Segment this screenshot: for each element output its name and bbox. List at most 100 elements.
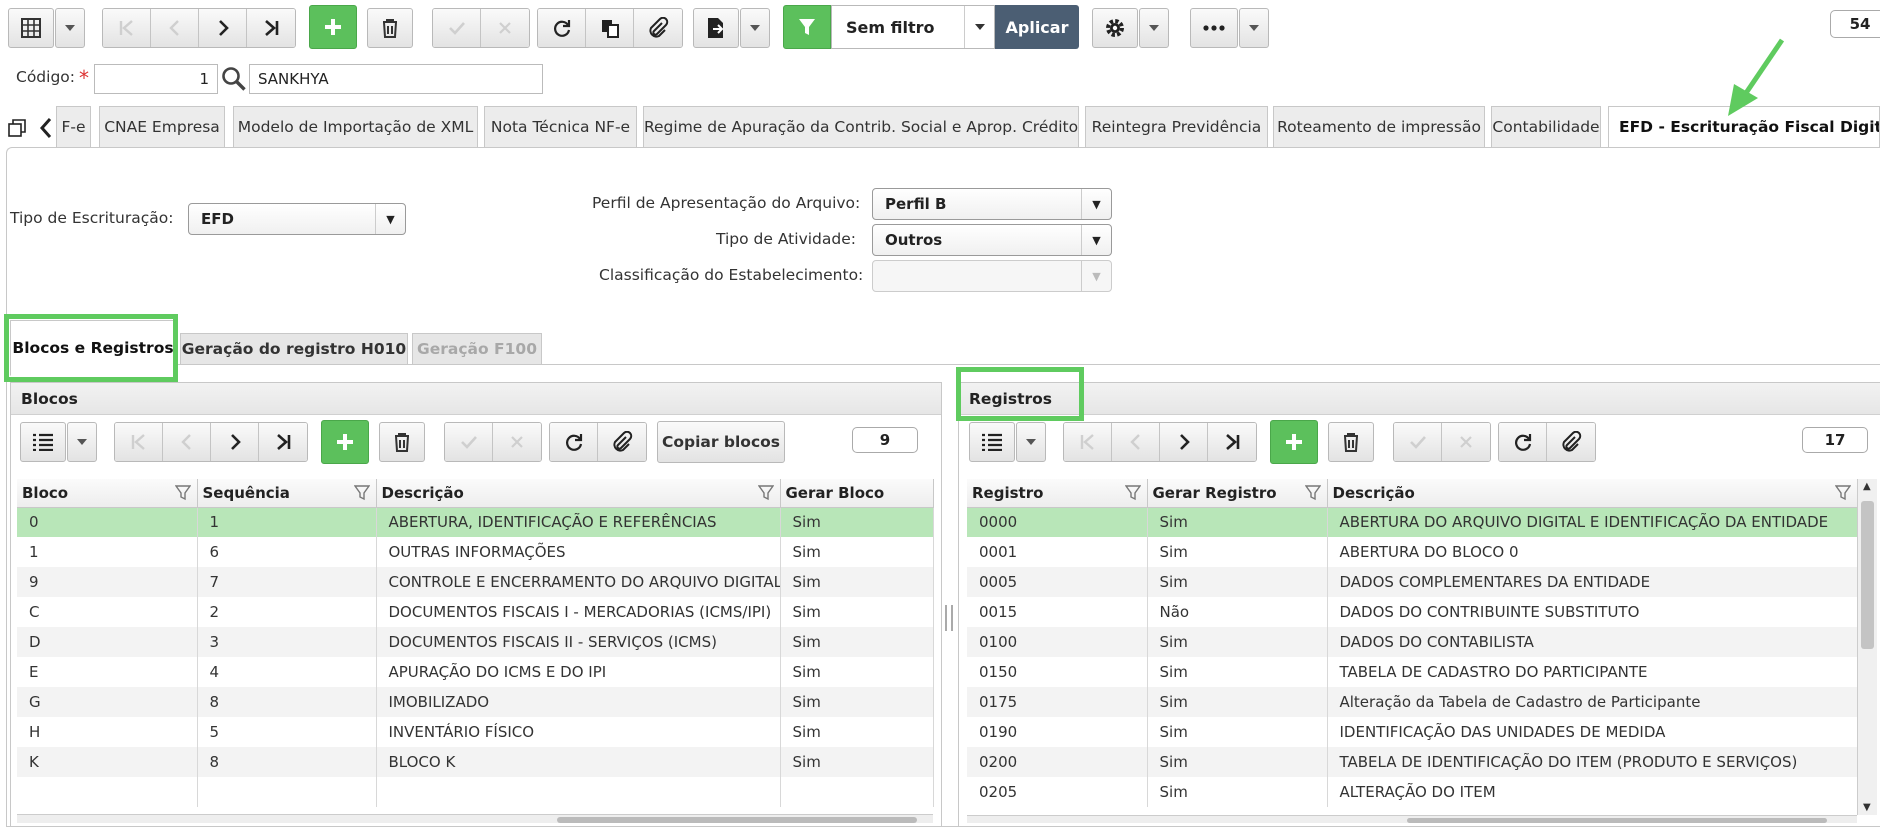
- grid-view-dropdown[interactable]: [55, 8, 85, 48]
- scroll-thumb[interactable]: [557, 817, 917, 823]
- grid-view-button[interactable]: [8, 8, 54, 48]
- tab-contabilidade[interactable]: Contabilidade: [1491, 106, 1601, 148]
- table-row[interactable]: H 5 INVENTÁRIO FÍSICO Sim: [17, 717, 934, 747]
- duplicate-button[interactable]: [586, 9, 634, 47]
- registros-refresh-button[interactable]: [1499, 423, 1547, 461]
- registros-delete-button[interactable]: [1328, 422, 1374, 462]
- table-row[interactable]: 0205 Sim ALTERAÇÃO DO ITEM: [967, 777, 1858, 807]
- filter-icon[interactable]: [174, 485, 191, 501]
- col-bloco[interactable]: Bloco: [17, 479, 198, 508]
- registros-list-view-button[interactable]: [969, 422, 1015, 462]
- table-row[interactable]: 0150 Sim TABELA DE CADASTRO DO PARTICIPANT…: [967, 657, 1858, 687]
- blocos-cancel-button[interactable]: [493, 423, 541, 461]
- filter-icon[interactable]: [1834, 485, 1851, 501]
- report-button[interactable]: [693, 8, 739, 48]
- settings-button[interactable]: [1092, 8, 1138, 48]
- add-button[interactable]: [309, 5, 357, 49]
- filter-icon[interactable]: [353, 485, 370, 501]
- col-descricao[interactable]: Descrição: [1327, 479, 1858, 508]
- filter-selector[interactable]: Sem filtro: [831, 5, 995, 49]
- tab-regime-apuracao[interactable]: Regime de Apuração da Contrib. Social e …: [643, 106, 1079, 148]
- panel-splitter[interactable]: [945, 605, 953, 631]
- blocos-list-view-button[interactable]: [20, 422, 66, 462]
- blocos-refresh-button[interactable]: [550, 423, 598, 461]
- tab-modelo-importacao-xml[interactable]: Modelo de Importação de XML: [233, 106, 478, 148]
- tab-reintegra-previdencia[interactable]: Reintegra Previdência: [1085, 106, 1268, 148]
- subtab-geracao-f100[interactable]: Geração F100: [412, 333, 542, 365]
- filter-icon[interactable]: [1304, 485, 1321, 501]
- table-row[interactable]: 0000 Sim ABERTURA DO ARQUIVO DIGITAL E IDE…: [967, 507, 1858, 537]
- tipo-escrituracao-select[interactable]: EFD ▼: [188, 203, 406, 235]
- last-record-button[interactable]: [247, 9, 295, 47]
- registros-first-button[interactable]: [1064, 423, 1112, 461]
- table-row[interactable]: D 3 DOCUMENTOS FISCAIS II - SERVIÇOS (ICMS…: [17, 627, 934, 657]
- col-sequencia[interactable]: Sequência: [197, 479, 377, 508]
- tab-nota-tecnica-nfe[interactable]: Nota Técnica NF-e: [484, 106, 637, 148]
- empresa-field[interactable]: SANKHYA: [249, 64, 543, 94]
- registros-previous-button[interactable]: [1112, 423, 1160, 461]
- registros-horizontal-scrollbar[interactable]: [967, 815, 1857, 823]
- refresh-button[interactable]: [538, 9, 586, 47]
- subtab-geracao-h010[interactable]: Geração do registro H010: [180, 333, 408, 365]
- blocos-next-button[interactable]: [211, 423, 259, 461]
- blocos-horizontal-scrollbar[interactable]: [17, 814, 933, 823]
- table-row[interactable]: 0 1 ABERTURA, IDENTIFICAÇÃO E REFERÊNCIAS S…: [17, 507, 934, 537]
- registros-save-button[interactable]: [1394, 423, 1442, 461]
- filter-icon[interactable]: [757, 485, 774, 501]
- col-gerar-bloco[interactable]: Gerar Bloco: [780, 479, 934, 508]
- tab-fe[interactable]: F-e: [56, 106, 91, 148]
- blocos-last-button[interactable]: [259, 423, 307, 461]
- blocos-first-button[interactable]: [115, 423, 163, 461]
- col-registro[interactable]: Registro: [967, 479, 1148, 508]
- scroll-up-arrow[interactable]: ▲: [1863, 481, 1871, 492]
- apply-filter-button[interactable]: Aplicar: [995, 5, 1079, 49]
- previous-record-button[interactable]: [151, 9, 199, 47]
- table-row[interactable]: 9 7 CONTROLE E ENCERRAMENTO DO ARQUIVO DIG…: [17, 567, 934, 597]
- blocos-previous-button[interactable]: [163, 423, 211, 461]
- copiar-blocos-button[interactable]: Copiar blocos: [657, 421, 785, 463]
- registros-add-button[interactable]: [1270, 420, 1318, 464]
- tabs-menu-button[interactable]: [8, 119, 26, 137]
- first-record-button[interactable]: [103, 9, 151, 47]
- registros-vertical-scrollbar[interactable]: ▲ ▼: [1857, 479, 1877, 815]
- table-row[interactable]: 0175 Sim Alteração da Tabela de Cadastro d…: [967, 687, 1858, 717]
- table-row[interactable]: 0005 Sim DADOS COMPLEMENTARES DA ENTIDADE: [967, 567, 1858, 597]
- more-options-button[interactable]: [1190, 8, 1238, 48]
- tab-cnae-empresa[interactable]: CNAE Empresa: [99, 106, 225, 148]
- report-dropdown[interactable]: [740, 8, 770, 48]
- blocos-add-button[interactable]: [321, 420, 369, 464]
- delete-button[interactable]: [367, 8, 413, 48]
- tipo-atividade-select[interactable]: Outros ▼: [872, 224, 1112, 256]
- blocos-save-button[interactable]: [445, 423, 493, 461]
- table-row[interactable]: G 8 IMOBILIZADO Sim: [17, 687, 934, 717]
- registros-last-button[interactable]: [1208, 423, 1256, 461]
- codigo-input[interactable]: 1: [94, 64, 218, 94]
- chevron-down-icon[interactable]: [964, 6, 994, 48]
- tab-roteamento-impressao[interactable]: Roteamento de impressão: [1273, 106, 1485, 148]
- registros-attach-button[interactable]: [1547, 423, 1595, 461]
- scroll-thumb[interactable]: [1861, 501, 1874, 649]
- filter-icon[interactable]: [1124, 485, 1141, 501]
- blocos-attach-button[interactable]: [598, 423, 646, 461]
- col-gerar-registro[interactable]: Gerar Registro: [1147, 479, 1328, 508]
- table-row[interactable]: 1 6 OUTRAS INFORMAÇÕES Sim: [17, 537, 934, 567]
- next-record-button[interactable]: [199, 9, 247, 47]
- perfil-select[interactable]: Perfil B ▼: [872, 188, 1112, 220]
- blocos-list-dropdown[interactable]: [67, 422, 97, 462]
- search-button[interactable]: [221, 66, 247, 92]
- table-row[interactable]: 0100 Sim DADOS DO CONTABILISTA: [967, 627, 1858, 657]
- cancel-button[interactable]: [481, 9, 529, 47]
- classificacao-select[interactable]: ▼: [872, 260, 1112, 292]
- blocos-delete-button[interactable]: [379, 422, 425, 462]
- tabs-scroll-left[interactable]: [39, 117, 53, 139]
- scroll-thumb[interactable]: [1407, 818, 1827, 823]
- table-row[interactable]: E 4 APURAÇÃO DO ICMS E DO IPI Sim: [17, 657, 934, 687]
- table-row[interactable]: 0200 Sim TABELA DE IDENTIFICAÇÃO DO ITEM (…: [967, 747, 1858, 777]
- registros-list-dropdown[interactable]: [1016, 422, 1046, 462]
- settings-dropdown[interactable]: [1139, 8, 1169, 48]
- col-descricao[interactable]: Descrição: [376, 479, 781, 508]
- attach-button[interactable]: [634, 9, 682, 47]
- table-row[interactable]: C 2 DOCUMENTOS FISCAIS I - MERCADORIAS (IC…: [17, 597, 934, 627]
- registros-cancel-button[interactable]: [1442, 423, 1490, 461]
- table-row[interactable]: 0001 Sim ABERTURA DO BLOCO 0: [967, 537, 1858, 567]
